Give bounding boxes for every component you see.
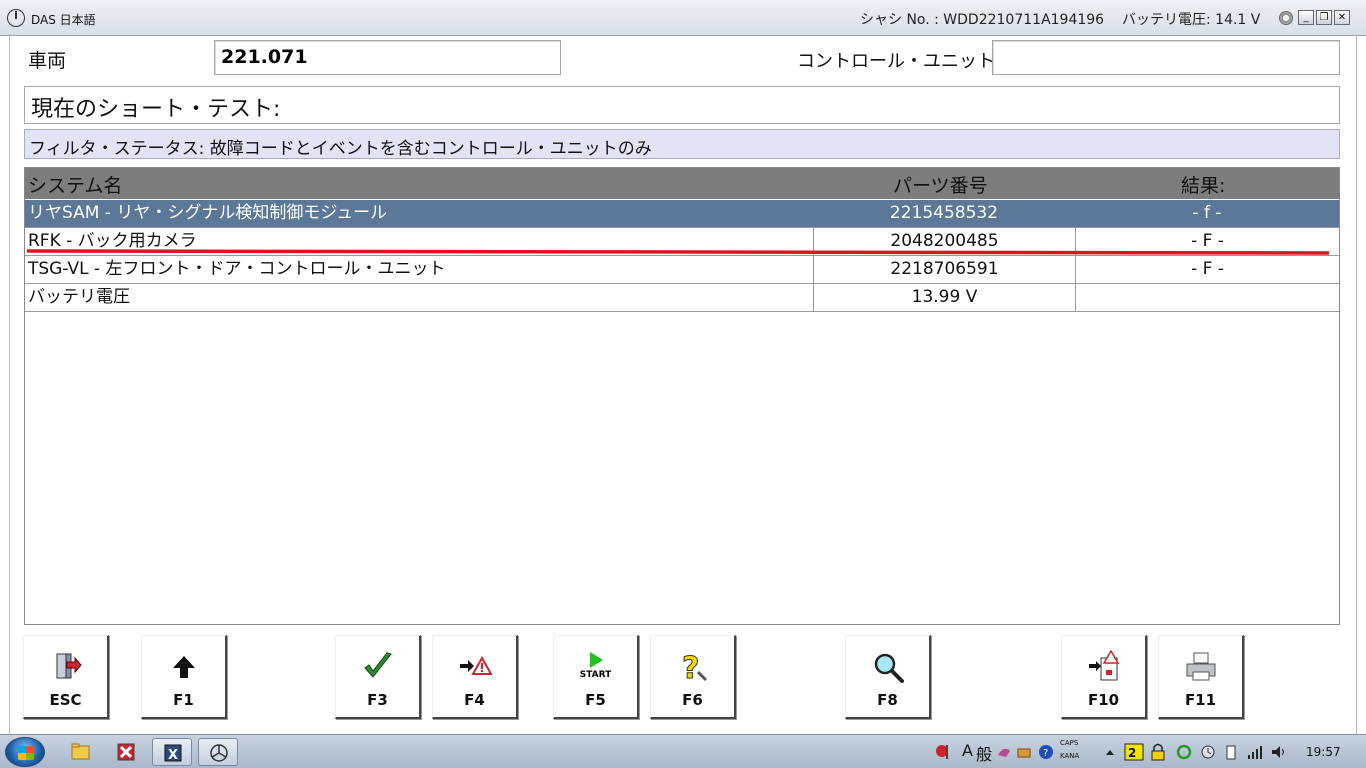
arrow-warning-icon bbox=[433, 650, 516, 684]
cell-result bbox=[1075, 284, 1339, 311]
control-unit-label: コントロール・ユニット bbox=[797, 51, 995, 72]
checkmark-icon bbox=[336, 650, 419, 684]
red-cross-app-icon bbox=[117, 743, 135, 761]
taskbar-app-das[interactable] bbox=[198, 738, 238, 766]
tray-device-icon[interactable] bbox=[1224, 741, 1238, 763]
tray-clock-app-icon[interactable] bbox=[1200, 741, 1216, 763]
vehicle-field: 221.071 bbox=[214, 40, 561, 75]
svg-text:?: ? bbox=[1043, 748, 1048, 759]
f10-label: F10 bbox=[1087, 691, 1120, 709]
volume-speaker-icon[interactable] bbox=[1270, 741, 1288, 763]
cell-part: 2048200485 bbox=[813, 228, 1075, 255]
f3-button[interactable]: F3 bbox=[335, 635, 421, 719]
taskbar: X A 般 ? CAPS KANA 2 19:57 bbox=[0, 734, 1366, 768]
tray-yellow-icon[interactable]: 2 bbox=[1124, 741, 1144, 763]
cell-part: 13.99 V bbox=[813, 284, 1075, 311]
header-part-number: パーツ番号 bbox=[893, 175, 988, 197]
mercedes-star-taskbar-icon bbox=[210, 744, 228, 762]
f4-label: F4 bbox=[464, 691, 485, 709]
restore-button[interactable]: ❐ bbox=[1316, 10, 1332, 25]
start-text: START bbox=[579, 670, 612, 680]
cell-result: - F - bbox=[1075, 256, 1339, 283]
printer-icon bbox=[1159, 650, 1242, 684]
start-button[interactable] bbox=[5, 737, 45, 767]
tray-lock-icon[interactable] bbox=[1150, 741, 1166, 763]
svg-text:X: X bbox=[168, 748, 178, 763]
cell-result: - F - bbox=[1075, 228, 1339, 255]
cell-system: リヤSAM - リヤ・シグナル検知制御モジュール bbox=[28, 203, 388, 223]
f1-button[interactable]: F1 bbox=[141, 635, 227, 719]
header-result: 結果: bbox=[1181, 175, 1226, 197]
transfer-warning-icon bbox=[1062, 649, 1145, 684]
cell-system: RFK - バック用カメラ bbox=[28, 231, 197, 251]
short-test-title: 現在のショート・テスト: bbox=[24, 86, 1340, 124]
exit-door-icon bbox=[24, 650, 107, 684]
show-hidden-icons-arrow[interactable] bbox=[1104, 741, 1116, 763]
chassis-number: シャシ No. : WDD2210711A194196 bbox=[860, 12, 1105, 28]
svg-text:?: ? bbox=[682, 651, 699, 684]
f6-label: F6 bbox=[682, 691, 703, 709]
table-header: システム名 パーツ番号 結果: bbox=[25, 168, 1339, 199]
f11-button[interactable]: F11 bbox=[1158, 635, 1244, 719]
taskbar-explorer[interactable] bbox=[60, 738, 100, 766]
f6-button[interactable]: ? F6 bbox=[650, 635, 736, 719]
taskbar-app-xentry[interactable]: X bbox=[152, 738, 192, 766]
kana-indicator: KANA bbox=[1060, 752, 1080, 760]
table-row[interactable]: RFK - バック用カメラ 2048200485 - F - bbox=[25, 228, 1339, 256]
table-row[interactable]: TSG-VL - 左フロント・ドア・コントロール・ユニット 2218706591… bbox=[25, 256, 1339, 284]
mercedes-star-icon bbox=[7, 9, 25, 27]
svg-text:2: 2 bbox=[1128, 746, 1136, 760]
vehicle-label: 車両 bbox=[28, 50, 67, 72]
f11-label: F11 bbox=[1184, 691, 1217, 709]
close-button[interactable]: ✕ bbox=[1334, 10, 1350, 25]
ime-kanji-mode[interactable]: 般 bbox=[976, 741, 992, 765]
header-system-name: システム名 bbox=[28, 175, 123, 197]
f3-label: F3 bbox=[367, 691, 388, 709]
cell-system: TSG-VL - 左フロント・ドア・コントロール・ユニット bbox=[28, 259, 446, 279]
f8-label: F8 bbox=[877, 691, 898, 709]
arrow-up-icon bbox=[142, 650, 225, 684]
caps-indicator: CAPS bbox=[1060, 739, 1079, 747]
f5-button[interactable]: START F5 bbox=[553, 635, 639, 719]
control-unit-field bbox=[992, 40, 1340, 75]
tray-flag-icon[interactable] bbox=[935, 741, 951, 763]
table-row[interactable]: リヤSAM - リヤ・シグナル検知制御モジュール 2215458532 - f … bbox=[25, 200, 1339, 228]
magnifier-icon bbox=[846, 650, 929, 684]
f10-button[interactable]: F10 bbox=[1061, 635, 1147, 719]
ime-help-icon[interactable]: ? bbox=[1038, 741, 1054, 763]
cell-part: 2218706591 bbox=[813, 256, 1075, 283]
results-table: システム名 パーツ番号 結果: リヤSAM - リヤ・シグナル検知制御モジュール… bbox=[24, 167, 1340, 625]
xentry-icon: X bbox=[164, 744, 182, 763]
esc-label: ESC bbox=[49, 691, 82, 709]
f8-button[interactable]: F8 bbox=[845, 635, 931, 719]
battery-voltage: バッテリ電圧: 14.1 V bbox=[1122, 12, 1261, 28]
taskbar-app-red[interactable] bbox=[106, 738, 146, 766]
tray-recycle-icon[interactable] bbox=[1176, 741, 1192, 763]
windows-logo-icon bbox=[18, 746, 34, 760]
folder-icon bbox=[71, 743, 90, 760]
table-row[interactable]: バッテリ電圧 13.99 V bbox=[25, 284, 1339, 312]
app-title: DAS 日本語 bbox=[31, 13, 96, 27]
filter-status: フィルタ・ステータス: 故障コードとイベントを含むコントロール・ユニットのみ bbox=[24, 129, 1340, 159]
cell-part: 2215458532 bbox=[889, 203, 999, 223]
minimize-button[interactable]: _ bbox=[1298, 10, 1314, 25]
ime-brush-icon[interactable] bbox=[996, 741, 1012, 763]
f4-button[interactable]: F4 bbox=[432, 635, 518, 719]
f5-label: F5 bbox=[585, 691, 606, 709]
app-body: 車両 221.071 コントロール・ユニット 現在のショート・テスト: フィルタ… bbox=[9, 36, 1357, 734]
ime-input-mode[interactable]: A bbox=[962, 741, 973, 760]
esc-button[interactable]: ESC bbox=[23, 635, 109, 719]
title-bar: DAS 日本語 シャシ No. : WDD2210711A194196 バッテリ… bbox=[0, 0, 1366, 36]
system-clock[interactable]: 19:57 bbox=[1306, 745, 1341, 759]
network-signal-icon[interactable] bbox=[1247, 741, 1263, 763]
f1-label: F1 bbox=[173, 691, 194, 709]
ime-toolbox-icon[interactable] bbox=[1016, 741, 1032, 763]
help-question-icon: ? bbox=[651, 650, 734, 687]
settings-gear-icon[interactable] bbox=[1279, 11, 1293, 25]
cell-system: バッテリ電圧 bbox=[28, 287, 130, 307]
start-play-icon: START bbox=[554, 650, 637, 684]
cell-result: - f - bbox=[1192, 203, 1222, 223]
